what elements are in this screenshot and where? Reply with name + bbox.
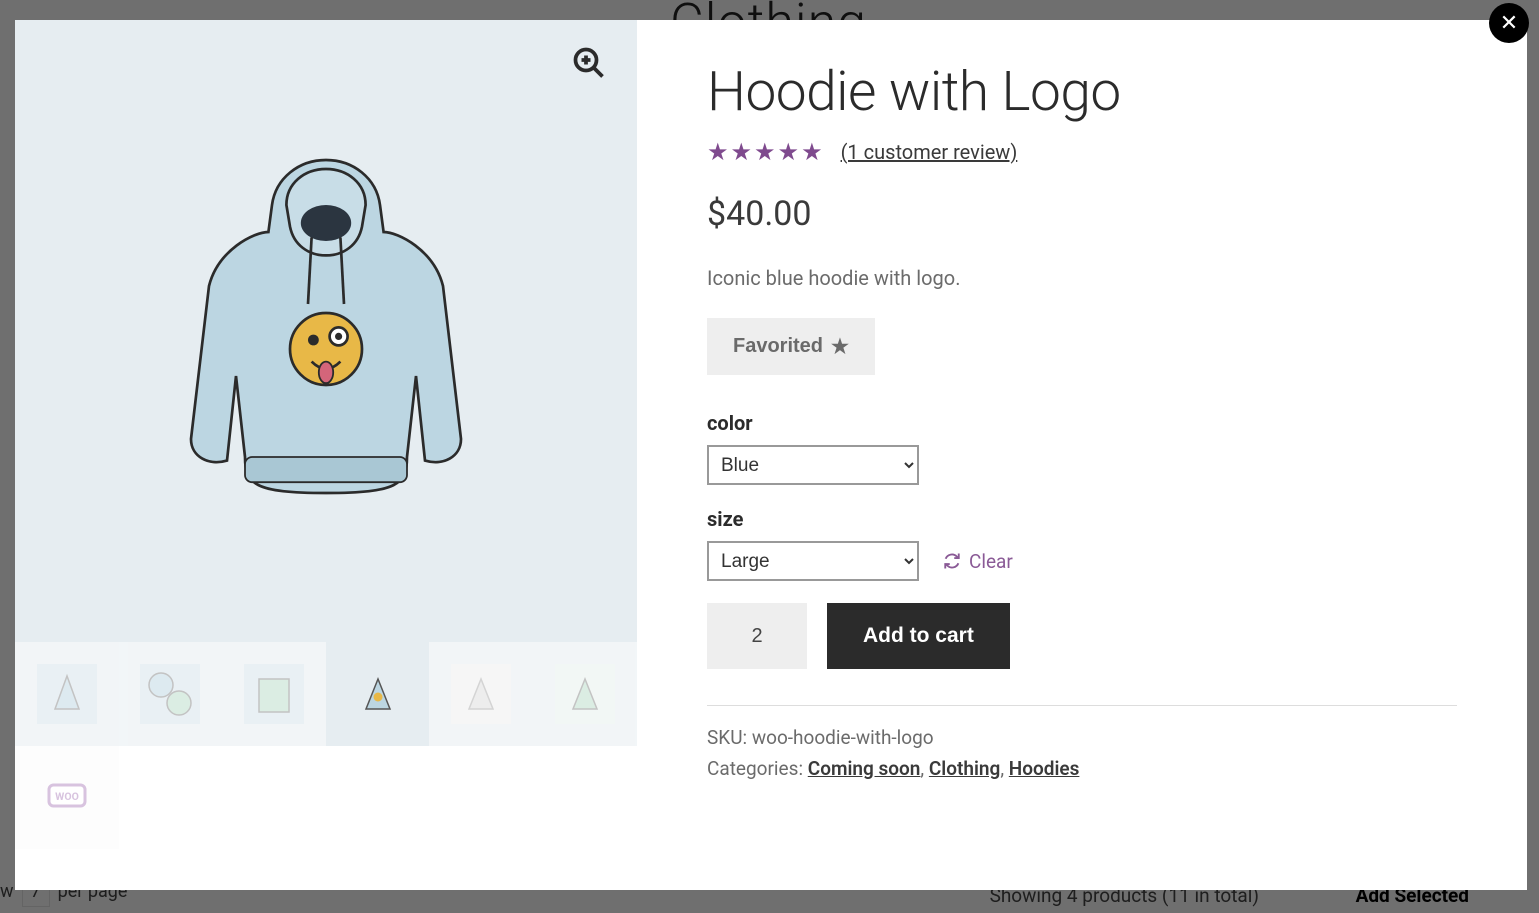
categories-label: Categories: [707,757,808,780]
thumbnail-4[interactable] [326,642,430,746]
refresh-icon [943,552,961,570]
star-icon: ★ [801,138,823,166]
thumbnail-3[interactable] [222,642,326,746]
star-icon: ★ [707,138,729,166]
sku-value: woo-hoodie-with-logo [752,726,934,749]
product-description: Iconic blue hoodie with logo. [707,266,1457,290]
review-link[interactable]: (1 customer review) [841,140,1018,164]
category-link[interactable]: Coming soon [808,757,921,780]
category-link[interactable]: Hoodies [1009,757,1080,780]
favorited-button[interactable]: Favorited ★ [707,318,875,375]
sku-label: SKU: [707,726,752,749]
star-icon: ★ [778,138,800,166]
thumbnail-7[interactable]: WOO [15,746,119,850]
main-product-image[interactable] [15,20,637,642]
hoodie-illustration [146,131,506,531]
clear-label: Clear [969,550,1013,573]
size-select[interactable]: Large [707,541,919,581]
thumbnail-strip: WOO [15,642,637,849]
categories-line: Categories: Coming soon, Clothing, Hoodi… [707,757,1457,780]
cart-row: Add to cart [707,603,1457,669]
clear-link[interactable]: Clear [943,550,1013,573]
add-to-cart-button[interactable]: Add to cart [827,603,1010,669]
star-icon: ★ [754,138,776,166]
product-gallery: WOO [15,20,637,890]
thumbnail-2[interactable] [119,642,223,746]
close-button[interactable]: ✕ [1489,3,1529,43]
product-modal: WOO Hoodie with Logo ★ ★ ★ ★ ★ (1 custom… [15,20,1527,890]
size-label: size [707,507,1457,531]
star-icon: ★ [731,138,753,166]
category-link[interactable]: Clothing [929,757,1000,780]
zoom-icon[interactable] [571,45,607,81]
color-select[interactable]: Blue [707,445,919,485]
sku-line: SKU: woo-hoodie-with-logo [707,726,1457,749]
rating-row: ★ ★ ★ ★ ★ (1 customer review) [707,138,1457,166]
meta-divider [707,705,1457,706]
svg-text:WOO: WOO [55,790,79,803]
star-icon: ★ [831,334,849,359]
thumbnail-1[interactable] [15,642,119,746]
thumbnail-5[interactable] [429,642,533,746]
star-rating: ★ ★ ★ ★ ★ [707,138,823,166]
quantity-input[interactable] [707,603,807,669]
thumbnail-6[interactable] [533,642,637,746]
close-icon: ✕ [1500,11,1518,36]
product-details: Hoodie with Logo ★ ★ ★ ★ ★ (1 customer r… [637,20,1527,890]
favorited-label: Favorited [733,335,823,358]
product-price: $40.00 [707,194,1457,234]
color-label: color [707,411,1457,435]
product-title: Hoodie with Logo [707,60,1457,124]
